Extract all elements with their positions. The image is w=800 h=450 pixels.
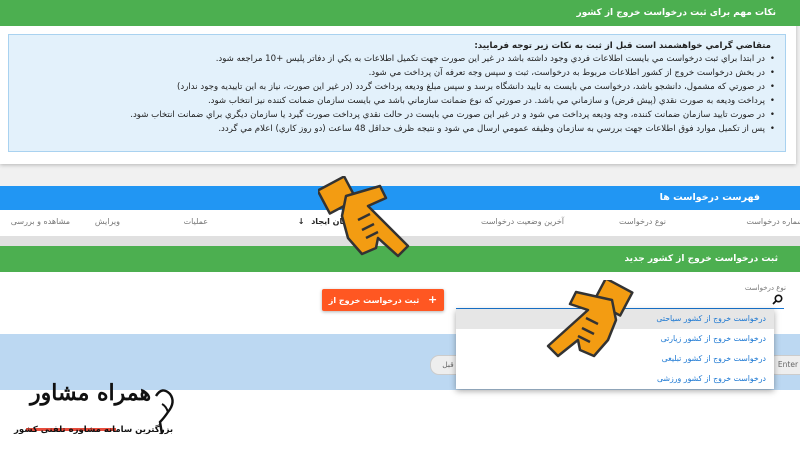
notice-line: در صورتي كه مشمول، دانشجو باشد، درخواست …: [177, 82, 775, 92]
column-edit[interactable]: ویرایش: [95, 210, 120, 234]
notice-header: نکات مهم برای ثبت درخواست خروج از کشور: [0, 0, 800, 26]
submit-request-button[interactable]: + ثبت درخواست خروج از کشور: [322, 289, 444, 327]
prev-label: قبل: [442, 360, 454, 369]
notice-line: در بخش درخواست خروج از كشور اطلاعات مربو…: [369, 68, 776, 78]
option-sports[interactable]: درخواست خروج از کشور ورزشی: [456, 369, 774, 389]
pointing-hand-icon: [318, 176, 410, 258]
notice-line: پس از تكميل موارد فوق اطلاعات جهت بررسي …: [218, 124, 774, 134]
pointing-hand-icon: [546, 280, 634, 358]
requests-list-title: فهرست درخواست ها: [659, 192, 760, 203]
notice-line: در صورت تاييد سازمان ضمانت كننده، وجه ود…: [130, 110, 774, 120]
request-type-label: نوع درخواست: [744, 284, 786, 292]
notice-intro: متقاضي گرامي خواهشمند است قبل از ثبت به …: [474, 41, 771, 51]
search-icon[interactable]: [771, 294, 783, 306]
column-request-number[interactable]: شماره درخواست: [746, 210, 800, 234]
logo-title: همراه مشاور: [30, 380, 152, 406]
notice-box: متقاضي گرامي خواهشمند است قبل از ثبت به …: [8, 34, 786, 152]
new-request-title: ثبت درخواست خروج از کشور جدید: [624, 254, 778, 264]
notice-line: پرداخت وديعه به صورت نقدي (پيش فرض) و سا…: [208, 96, 775, 106]
notice-title: نکات مهم برای ثبت درخواست خروج از کشور: [576, 8, 776, 18]
notice-line: در ابتدا براي ثبت درخواست مي بايست اطلاع…: [216, 54, 776, 64]
column-view[interactable]: مشاهده و بررسی: [11, 210, 70, 234]
column-request-type[interactable]: نوع درخواست: [619, 210, 666, 234]
column-last-status[interactable]: آخرین وضعیت درخواست: [481, 210, 564, 234]
plus-icon: +: [428, 293, 438, 306]
sort-down-icon: ↓: [297, 217, 305, 226]
logo-subtitle: بزرگترین سامانه مشاوره تلفنی کشور: [14, 425, 174, 435]
column-operations[interactable]: عملیات: [184, 210, 208, 234]
